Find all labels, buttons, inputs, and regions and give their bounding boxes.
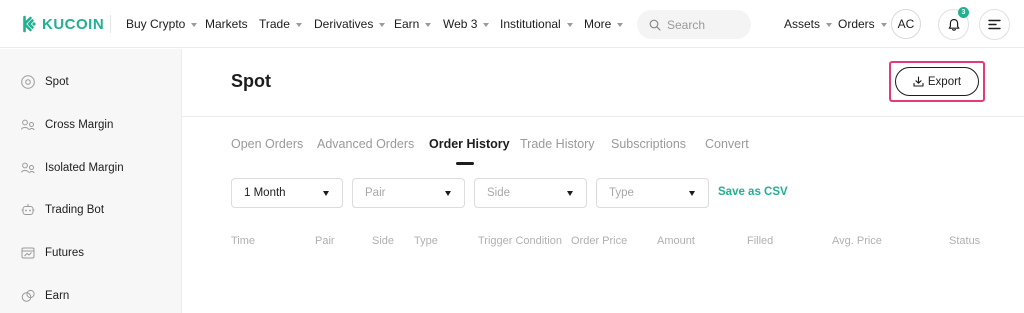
nav-buy-crypto[interactable]: Buy Crypto bbox=[126, 16, 198, 32]
export-button[interactable]: Export bbox=[895, 67, 979, 96]
sidebar-item-label: Earn bbox=[45, 290, 70, 302]
chevron-down-icon bbox=[295, 22, 302, 27]
type-select[interactable]: Type bbox=[596, 178, 709, 208]
caret-down-icon bbox=[323, 191, 329, 196]
tab-open-orders[interactable]: Open Orders bbox=[231, 137, 303, 151]
sidebar-item-label: Futures bbox=[45, 247, 84, 259]
nav-buy-crypto-label: Buy Crypto bbox=[126, 17, 186, 31]
chevron-down-icon bbox=[617, 22, 624, 27]
search-input[interactable]: Search bbox=[637, 10, 751, 39]
caret-down-icon bbox=[689, 191, 695, 196]
column-header-avg-price: Avg. Price bbox=[832, 235, 882, 247]
sidebar-item-label: Cross Margin bbox=[45, 119, 114, 131]
nav-derivatives[interactable]: Derivatives bbox=[314, 16, 386, 32]
chevron-down-icon bbox=[483, 22, 490, 27]
nav-more-label: More bbox=[584, 17, 612, 31]
top-navigation: KUCOIN Buy Crypto Markets Trade Derivati… bbox=[0, 0, 1024, 48]
earn-icon bbox=[20, 288, 36, 304]
margin-icon bbox=[20, 117, 36, 133]
tab-order-history[interactable]: Order History bbox=[429, 137, 510, 151]
search-icon bbox=[649, 19, 661, 31]
column-header-amount: Amount bbox=[657, 235, 695, 247]
notifications-button[interactable]: 3 bbox=[938, 7, 969, 40]
bell-icon bbox=[948, 18, 959, 31]
period-select-value: 1 Month bbox=[244, 187, 286, 199]
margin-icon bbox=[20, 160, 36, 176]
nav-institutional-label: Institutional bbox=[500, 17, 561, 31]
column-header-pair: Pair bbox=[315, 235, 335, 247]
nav-derivatives-label: Derivatives bbox=[314, 17, 374, 31]
nav-web3[interactable]: Web 3 bbox=[443, 16, 490, 32]
sidebar-item-earn[interactable]: Earn bbox=[0, 281, 182, 311]
tab-convert[interactable]: Convert bbox=[705, 137, 749, 151]
notification-badge: 3 bbox=[958, 7, 969, 18]
nav-earn-label: Earn bbox=[394, 17, 420, 31]
avatar-initials: AC bbox=[897, 17, 915, 31]
sidebar-item-label: Trading Bot bbox=[45, 204, 105, 216]
nav-markets-label: Markets bbox=[205, 17, 248, 31]
sidebar-item-label: Isolated Margin bbox=[45, 162, 124, 174]
target-icon bbox=[20, 74, 36, 90]
nav-trade-label: Trade bbox=[259, 17, 290, 31]
nav-divider bbox=[110, 15, 111, 33]
tab-trade-history[interactable]: Trade History bbox=[520, 137, 595, 151]
side-select-placeholder: Side bbox=[487, 187, 511, 199]
kucoin-logo[interactable]: KUCOIN bbox=[18, 14, 104, 34]
search-placeholder: Search bbox=[667, 17, 706, 32]
nav-more[interactable]: More bbox=[584, 16, 624, 32]
hamburger-icon bbox=[988, 19, 1001, 30]
column-header-time: Time bbox=[231, 235, 256, 247]
type-select-placeholder: Type bbox=[609, 187, 634, 199]
tab-subscriptions[interactable]: Subscriptions bbox=[611, 137, 686, 151]
tab-advanced-orders[interactable]: Advanced Orders bbox=[317, 137, 414, 151]
nav-institutional[interactable]: Institutional bbox=[500, 16, 573, 32]
save-as-csv-link[interactable]: Save as CSV bbox=[718, 186, 788, 198]
chevron-down-icon bbox=[191, 22, 198, 27]
column-header-order-price: Order Price bbox=[571, 235, 628, 247]
period-select[interactable]: 1 Month bbox=[231, 178, 343, 208]
chevron-down-icon bbox=[379, 22, 386, 27]
chevron-down-icon bbox=[826, 22, 833, 27]
nav-trade[interactable]: Trade bbox=[259, 16, 302, 32]
avatar[interactable]: AC bbox=[891, 9, 921, 39]
active-tab-indicator bbox=[456, 162, 474, 165]
nav-earn[interactable]: Earn bbox=[394, 16, 432, 32]
chevron-down-icon bbox=[566, 22, 573, 27]
sidebar-item-cross-margin[interactable]: Cross Margin bbox=[0, 110, 182, 140]
header-divider bbox=[182, 116, 1024, 117]
caret-down-icon bbox=[445, 191, 451, 196]
sidebar-item-spot[interactable]: Spot bbox=[0, 67, 182, 97]
menu-button[interactable] bbox=[979, 9, 1010, 40]
nav-orders[interactable]: Orders bbox=[838, 16, 887, 32]
futures-icon bbox=[20, 245, 36, 261]
caret-down-icon bbox=[567, 191, 573, 196]
nav-assets[interactable]: Assets bbox=[784, 16, 833, 32]
page-title: Spot bbox=[231, 71, 271, 91]
column-header-filled: Filled bbox=[747, 235, 774, 247]
bot-icon bbox=[20, 202, 36, 218]
nav-orders-label: Orders bbox=[838, 17, 875, 31]
sidebar-item-isolated-margin[interactable]: Isolated Margin bbox=[0, 153, 182, 183]
pair-select[interactable]: Pair bbox=[352, 178, 465, 208]
download-icon bbox=[913, 76, 924, 87]
nav-web3-label: Web 3 bbox=[443, 17, 478, 31]
column-header-side: Side bbox=[372, 235, 395, 247]
side-select[interactable]: Side bbox=[474, 178, 587, 208]
sidebar-item-label: Spot bbox=[45, 76, 69, 88]
sidebar-item-futures[interactable]: Futures bbox=[0, 238, 182, 268]
brand-name: KUCOIN bbox=[42, 15, 105, 33]
chevron-down-icon bbox=[880, 22, 887, 27]
column-header-type: Type bbox=[414, 235, 438, 247]
pair-select-placeholder: Pair bbox=[365, 187, 386, 199]
chevron-down-icon bbox=[425, 22, 432, 27]
nav-markets[interactable]: Markets bbox=[205, 16, 248, 32]
column-header-trigger-condition: Trigger Condition bbox=[478, 235, 562, 247]
sidebar-item-trading-bot[interactable]: Trading Bot bbox=[0, 195, 182, 225]
nav-assets-label: Assets bbox=[784, 17, 821, 31]
kucoin-logo-icon bbox=[23, 15, 36, 33]
export-label: Export bbox=[927, 75, 962, 88]
column-header-status: Status bbox=[949, 235, 981, 247]
sidebar: Spot Cross Margin Isolated Margin Tradin… bbox=[0, 49, 182, 313]
